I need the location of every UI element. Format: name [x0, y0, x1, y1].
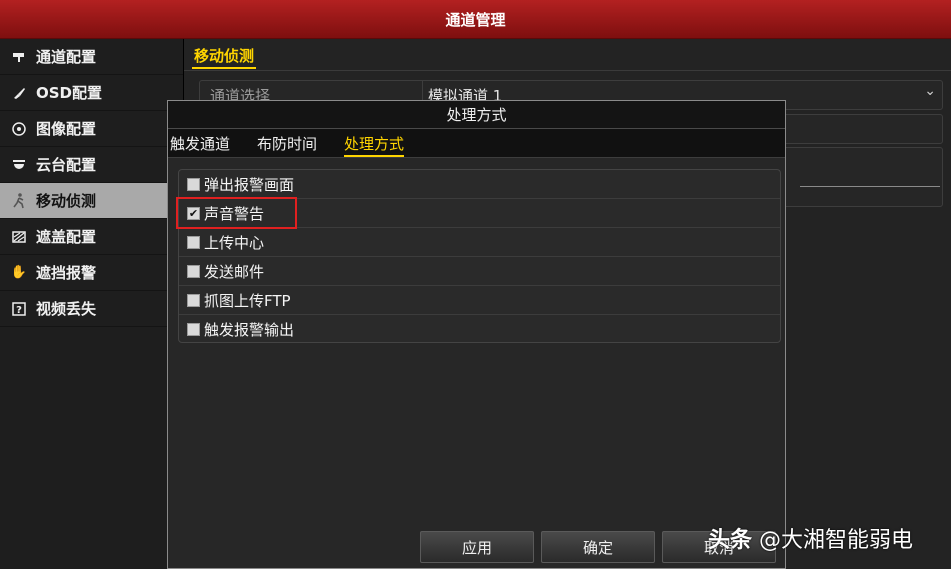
sidebar-item-ptz-config[interactable]: 云台配置 [0, 147, 183, 183]
sidebar-item-osd-config[interactable]: OSD配置 [0, 75, 183, 111]
sidebar-item-channel-config[interactable]: 通道配置 [0, 39, 183, 75]
window-title-bar: 通道管理 [0, 0, 951, 39]
svg-text:?: ? [16, 305, 22, 316]
sidebar-item-label: OSD配置 [36, 84, 103, 102]
sidebar-item-label: 云台配置 [36, 156, 97, 174]
option-notify-center[interactable]: 上传中心 [179, 228, 780, 257]
checkbox-checked[interactable]: ✔ [187, 206, 200, 220]
dialog-title-bar: 处理方式 [168, 101, 785, 129]
sidebar-item-tamper-alarm[interactable]: ✋ 遮挡报警 [0, 255, 183, 291]
sidebar-item-label: 通道配置 [36, 48, 97, 66]
chevron-down-icon[interactable]: ⌄ [924, 83, 936, 99]
apply-button[interactable]: 应用 [420, 531, 534, 563]
option-popup-alarm-image[interactable]: 弹出报警画面 [179, 170, 780, 199]
sidebar-item-mask-config[interactable]: 遮盖配置 [0, 219, 183, 255]
linkage-options-list: 弹出报警画面 ✔ 声音警告 上传中心 发送邮件 抓图上传FTP 触发报警输出 [178, 169, 781, 343]
checkbox-unchecked[interactable] [187, 323, 200, 336]
mask-icon [10, 228, 28, 246]
hand-icon: ✋ [10, 265, 28, 280]
watermark: 头条 @大湘智能弱电 [708, 522, 913, 554]
sensitivity-slider[interactable] [800, 186, 940, 187]
question-box-icon: ? [10, 300, 28, 318]
ptz-icon [10, 156, 28, 174]
tab-handling-method[interactable]: 处理方式 [344, 133, 405, 157]
sidebar: 通道配置 OSD配置 图像配置 云台配置 移动侦测 遮盖配置 ✋ 遮挡报警 ? … [0, 39, 184, 569]
sidebar-item-motion-detection[interactable]: 移动侦测 [0, 183, 183, 219]
sidebar-item-video-loss[interactable]: ? 视频丢失 [0, 291, 183, 327]
divider [184, 70, 951, 71]
option-send-email[interactable]: 发送邮件 [179, 257, 780, 286]
aperture-icon [10, 120, 28, 138]
option-label: 弹出报警画面 [204, 175, 295, 194]
checkbox-unchecked[interactable] [187, 293, 200, 307]
dialog-title: 处理方式 [446, 106, 507, 124]
sidebar-item-image-config[interactable]: 图像配置 [0, 111, 183, 147]
checkbox-unchecked[interactable] [187, 177, 200, 191]
sidebar-item-label: 遮盖配置 [36, 228, 97, 246]
option-label: 声音警告 [204, 204, 265, 223]
brush-icon [10, 84, 28, 102]
dialog-tabs: 触发通道 布防时间 处理方式 [168, 129, 785, 158]
sidebar-item-label: 图像配置 [36, 120, 97, 138]
handling-dialog: 处理方式 触发通道 布防时间 处理方式 弹出报警画面 ✔ 声音警告 上传中心 发… [167, 100, 786, 569]
tab-trigger-channel[interactable]: 触发通道 [170, 133, 230, 157]
watermark-handle: @大湘智能弱电 [759, 528, 914, 553]
window-title: 通道管理 [445, 10, 506, 29]
option-audible-warning[interactable]: ✔ 声音警告 [179, 199, 780, 228]
watermark-brand: 头条 [708, 528, 753, 553]
tab-arming-schedule[interactable]: 布防时间 [257, 133, 317, 157]
sidebar-item-label: 遮挡报警 [36, 264, 97, 282]
option-label: 触发报警输出 [204, 321, 295, 339]
checkbox-unchecked[interactable] [187, 235, 200, 249]
option-label: 抓图上传FTP [204, 291, 291, 310]
camera-icon [10, 48, 28, 66]
option-trigger-alarm-output[interactable]: 触发报警输出 [179, 315, 780, 344]
checkbox-unchecked[interactable] [187, 264, 200, 278]
option-upload-snapshot-ftp[interactable]: 抓图上传FTP [179, 286, 780, 315]
sidebar-item-label: 移动侦测 [36, 192, 97, 210]
running-person-icon [10, 192, 28, 210]
tab-motion-detection[interactable]: 移动侦测 [192, 45, 257, 69]
option-label: 上传中心 [204, 233, 265, 252]
sidebar-item-label: 视频丢失 [36, 300, 97, 318]
option-label: 发送邮件 [204, 262, 265, 281]
ok-button[interactable]: 确定 [541, 531, 655, 563]
